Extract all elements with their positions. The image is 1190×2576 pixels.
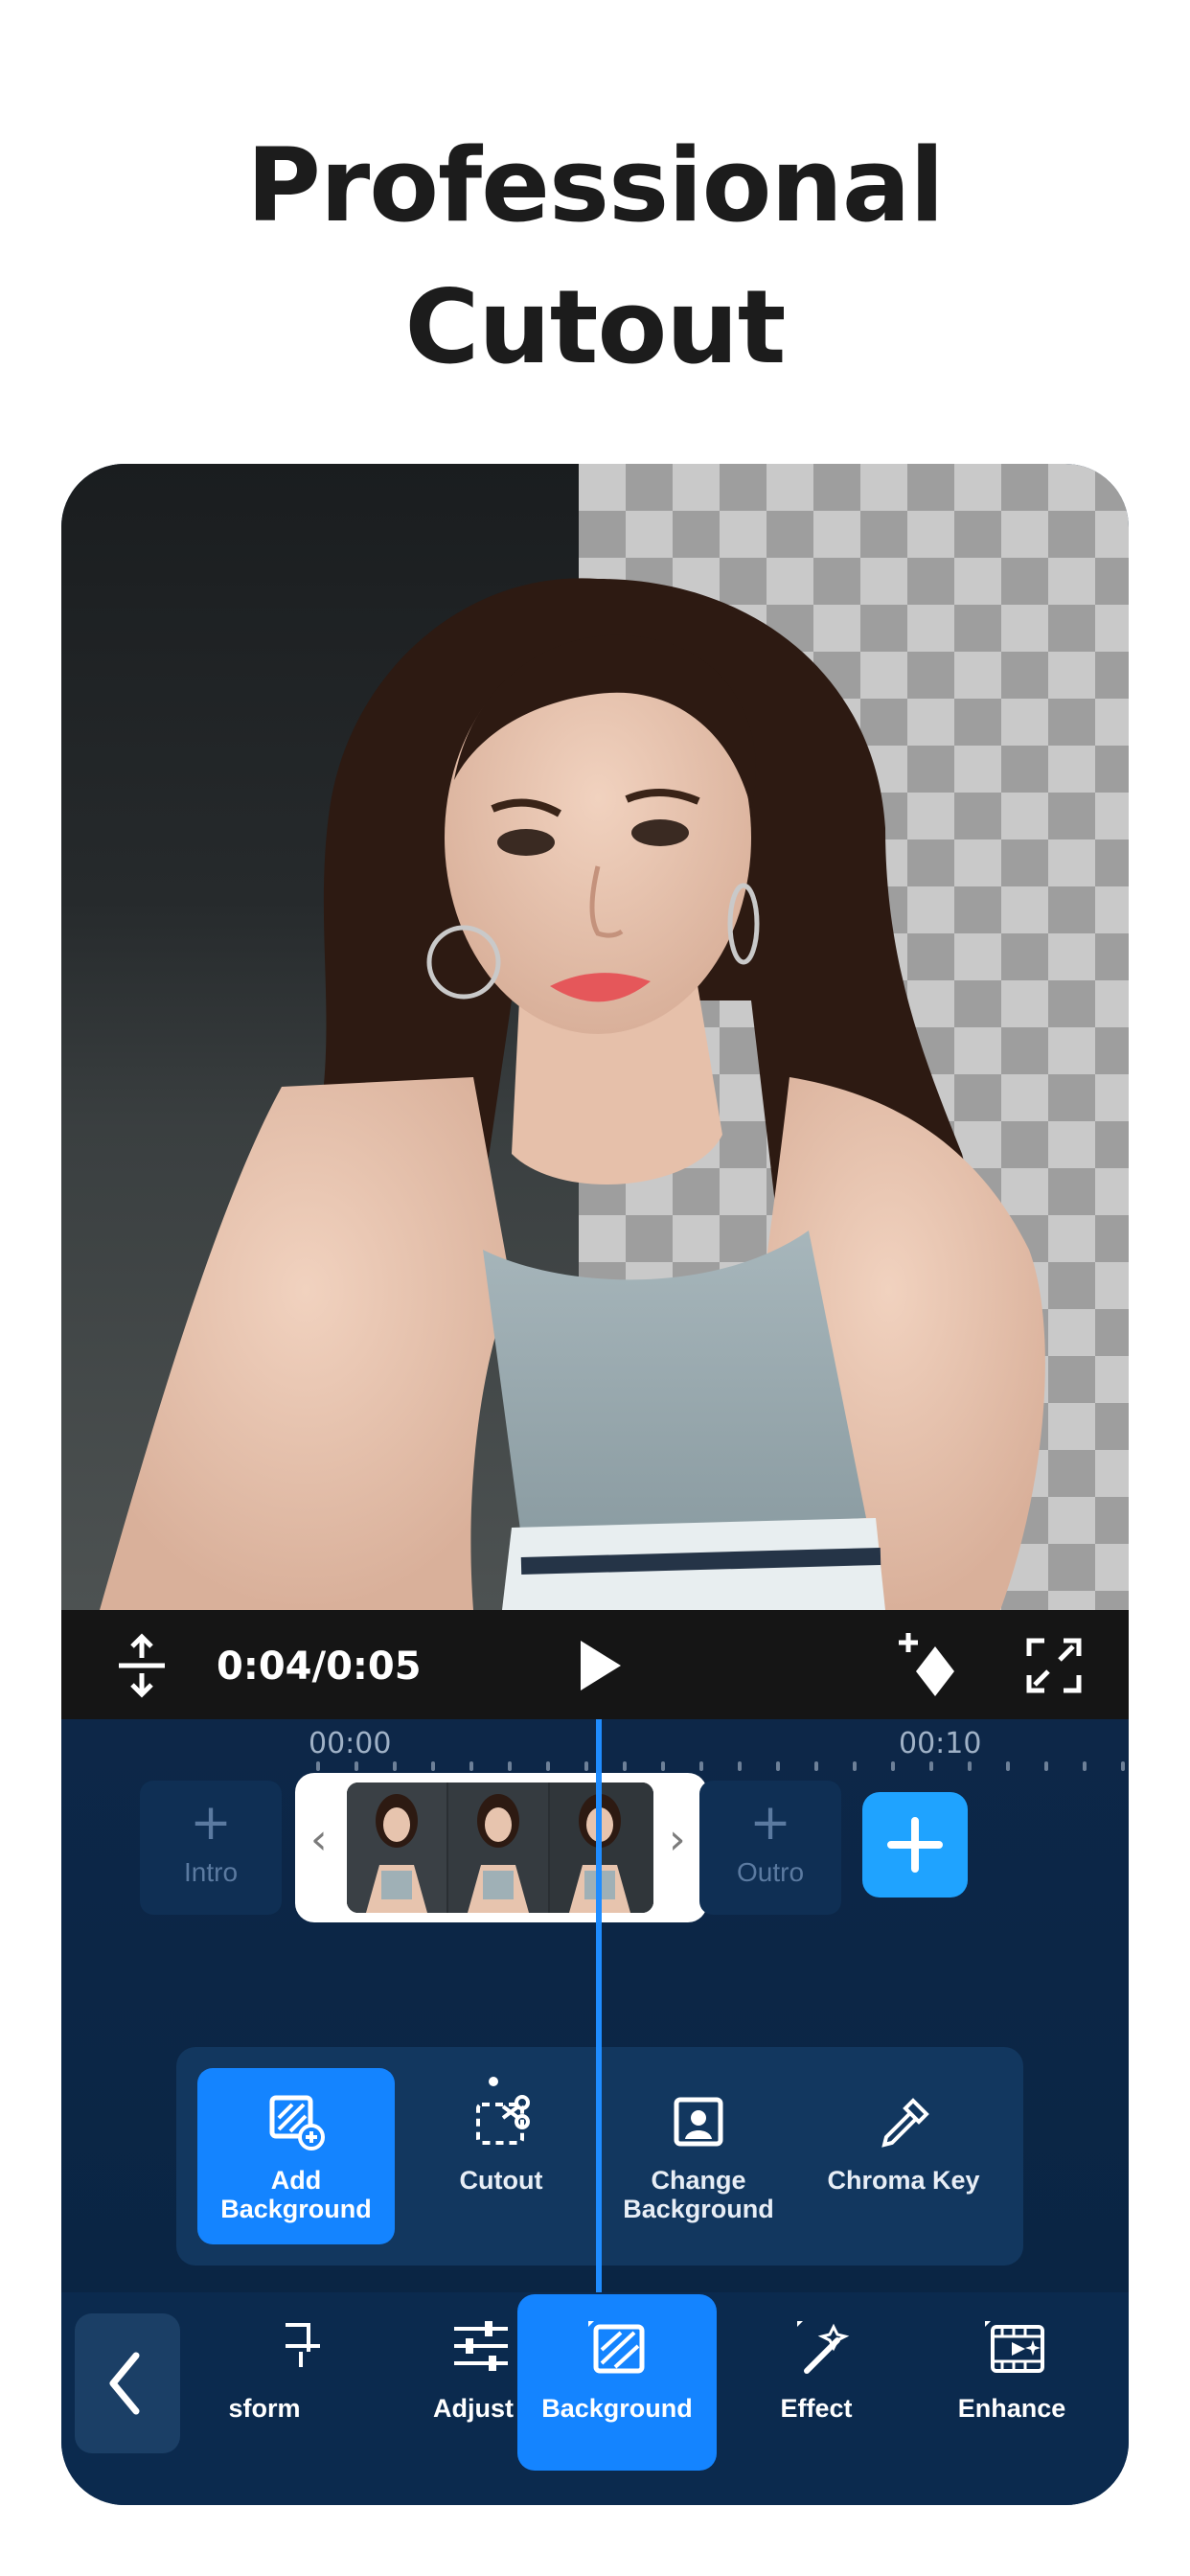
ruler-tick	[508, 1761, 512, 1771]
ruler-tick	[316, 1761, 320, 1771]
cutout-scissors-icon	[476, 2077, 530, 2145]
ruler-tick	[393, 1761, 397, 1771]
ruler-tick	[814, 1761, 818, 1771]
cutout-label: Cutout	[459, 2166, 543, 2195]
ruler-tick	[661, 1761, 665, 1771]
outro-plus-icon: +	[749, 1794, 791, 1852]
player-controls: 0:04/0:05	[61, 1610, 1129, 1719]
eyedropper-icon	[881, 2098, 929, 2148]
transform-icon	[286, 2323, 320, 2367]
ruler-tick	[355, 1761, 358, 1771]
ruler-tick	[1121, 1761, 1125, 1771]
toolbar-transform[interactable]: sform	[203, 2294, 402, 2471]
video-preview[interactable]	[61, 464, 1129, 1610]
timeline: 00:00 00:10 + Intro ‹ › + Outro Add Back…	[61, 1719, 1129, 2292]
plus-icon	[887, 1817, 943, 1873]
chroma-key-button[interactable]: Chroma Key	[805, 2068, 1002, 2244]
ruler-tick	[968, 1761, 972, 1771]
clip-trim-right-icon[interactable]: ›	[669, 1815, 686, 1864]
headline-line-2: Cutout	[404, 268, 787, 386]
headline-line-1: Professional	[246, 126, 944, 244]
ruler-tick	[623, 1761, 627, 1771]
intro-slot[interactable]: + Intro	[140, 1781, 282, 1915]
add-clip-button[interactable]	[862, 1792, 968, 1898]
cutout-button[interactable]: Cutout	[402, 2068, 600, 2244]
video-clip[interactable]: ‹ ›	[295, 1773, 707, 1922]
change-background-label: Change Background	[623, 2166, 774, 2223]
outro-slot[interactable]: + Outro	[699, 1781, 841, 1915]
sliders-icon	[454, 2321, 508, 2371]
ruler-tick	[469, 1761, 473, 1771]
ruler-tick	[929, 1761, 933, 1771]
fullscreen-icon[interactable]	[1025, 1637, 1083, 1694]
play-icon[interactable]	[577, 1639, 625, 1692]
ruler-tick	[891, 1761, 895, 1771]
film-enhance-icon	[985, 2321, 1044, 2373]
clip-thumbnail-strip	[347, 1782, 653, 1913]
toolbar-transform-label: sform	[228, 2394, 301, 2423]
headline: Professional Cutout	[0, 115, 1190, 399]
person-cutout-photo	[100, 578, 1045, 1610]
ruler-tick	[431, 1761, 435, 1771]
portrait-frame-icon	[674, 2097, 723, 2147]
ruler-tick	[1083, 1761, 1087, 1771]
ruler-label-end: 00:10	[899, 1727, 982, 1760]
ruler-tick	[584, 1761, 588, 1771]
background-icon	[588, 2321, 645, 2374]
toolbar-enhance[interactable]: Enhance	[912, 2294, 1111, 2471]
ruler-tick	[1006, 1761, 1010, 1771]
ruler-tick	[738, 1761, 742, 1771]
split-height-icon[interactable]	[111, 1633, 172, 1698]
outro-label: Outro	[736, 1857, 805, 1887]
add-background-icon	[269, 2095, 325, 2150]
chevron-left-icon	[109, 2352, 140, 2415]
intro-plus-icon: +	[190, 1794, 232, 1852]
magic-wand-icon	[797, 2321, 850, 2374]
ruler-tick	[546, 1761, 550, 1771]
ruler-tick	[1044, 1761, 1048, 1771]
back-button[interactable]	[75, 2313, 180, 2453]
intro-label: Intro	[183, 1857, 239, 1887]
chroma-key-label: Chroma Key	[827, 2166, 980, 2195]
toolbar-enhance-label: Enhance	[957, 2394, 1066, 2423]
add-background-label: Add Background	[220, 2166, 372, 2223]
ruler-tick	[776, 1761, 780, 1771]
ruler-tick	[699, 1761, 703, 1771]
clip-trim-left-icon[interactable]: ‹	[310, 1815, 328, 1864]
ruler-tick	[853, 1761, 857, 1771]
toolbar-effect[interactable]: Effect	[717, 2294, 916, 2471]
change-background-button[interactable]: Change Background	[600, 2068, 797, 2244]
clip-thumbnails	[347, 1782, 653, 1913]
toolbar-background[interactable]: Background	[517, 2294, 717, 2471]
playback-time: 0:04/0:05	[217, 1644, 422, 1689]
keyframe-add-icon[interactable]	[897, 1629, 960, 1700]
toolbar-effect-label: Effect	[780, 2394, 853, 2423]
add-background-button[interactable]: Add Background	[197, 2068, 395, 2244]
app-screen: 0:04/0:05 00:00 00:10 + Intro ‹ › + Outr…	[61, 464, 1129, 2505]
bottom-toolbar: sform Adjust Background Effect Enhance	[61, 2292, 1129, 2505]
toolbar-background-label: Background	[541, 2394, 693, 2423]
ruler-label-start: 00:00	[309, 1727, 392, 1760]
playhead[interactable]	[596, 1719, 602, 2292]
